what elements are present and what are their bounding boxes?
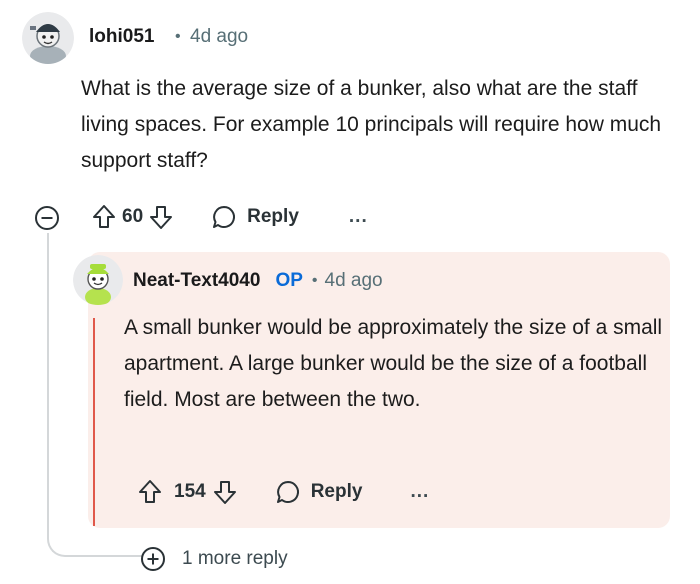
avatar-neat-text4040[interactable] <box>73 255 123 305</box>
more-replies-label: 1 more reply <box>182 548 288 569</box>
downvote-button[interactable] <box>149 204 173 230</box>
comment2-body: A small bunker would be approximately th… <box>124 316 663 411</box>
comment2-actions: 154 Reply ... <box>138 479 429 505</box>
comment2-more-options[interactable]: ... <box>410 481 429 503</box>
comment1-body: What is the average size of a bunker, al… <box>81 77 662 172</box>
comment1-vote-count: 60 <box>122 206 144 227</box>
comment1-username[interactable]: lohi051 <box>89 26 154 48</box>
comment1-reply-button[interactable]: Reply <box>211 204 299 230</box>
comment1-timestamp: 4d ago <box>190 26 249 47</box>
comment2-upvote-button[interactable] <box>138 479 162 505</box>
comment2-timestamp: 4d ago <box>324 270 383 291</box>
more-replies-button[interactable]: 1 more reply <box>140 546 288 572</box>
expand-plus-icon <box>141 547 165 571</box>
avatar-lohi051[interactable] <box>22 12 74 64</box>
comment1-actions: 60 Reply ... <box>92 204 368 230</box>
reply-bubble-icon <box>276 481 299 503</box>
downvote-icon <box>150 206 173 229</box>
upvote-button[interactable] <box>92 204 116 230</box>
comment2-downvote-button[interactable] <box>213 479 237 505</box>
op-badge: OP <box>275 270 303 291</box>
comment2-reply-label: Reply <box>310 481 363 502</box>
upvote-icon <box>139 480 161 503</box>
comment1-more-options[interactable]: ... <box>349 206 368 228</box>
comment2-thread-line <box>93 318 95 526</box>
collapse-thread-button[interactable] <box>34 205 60 231</box>
comment2-header: Neat-Text4040 OP • 4d ago <box>133 270 383 292</box>
upvote-icon <box>93 205 115 228</box>
comment1-separator: • <box>175 28 181 45</box>
reply-bubble-icon <box>213 206 236 228</box>
thread-line-main <box>47 233 49 533</box>
comment1-reply-label: Reply <box>247 206 299 227</box>
collapse-icon <box>35 206 59 230</box>
comment2-separator: • <box>311 272 318 289</box>
comment2-reply-button[interactable]: Reply <box>275 479 363 505</box>
comment2-username[interactable]: Neat-Text4040 <box>133 270 260 292</box>
comment2-vote-count: 154 <box>174 481 206 502</box>
downvote-icon <box>213 481 236 504</box>
